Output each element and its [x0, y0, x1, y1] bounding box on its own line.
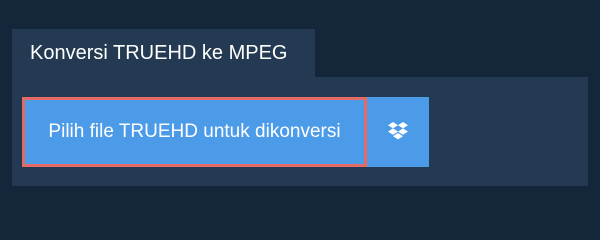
converter-tab: Konversi TRUEHD ke MPEG [12, 29, 315, 78]
dropbox-icon [387, 122, 409, 142]
converter-tab-label: Konversi TRUEHD ke MPEG [30, 42, 288, 64]
dropbox-button[interactable] [367, 97, 429, 167]
choose-file-button[interactable]: Pilih file TRUEHD untuk dikonversi [22, 97, 367, 167]
choose-file-label: Pilih file TRUEHD untuk dikonversi [48, 121, 341, 142]
